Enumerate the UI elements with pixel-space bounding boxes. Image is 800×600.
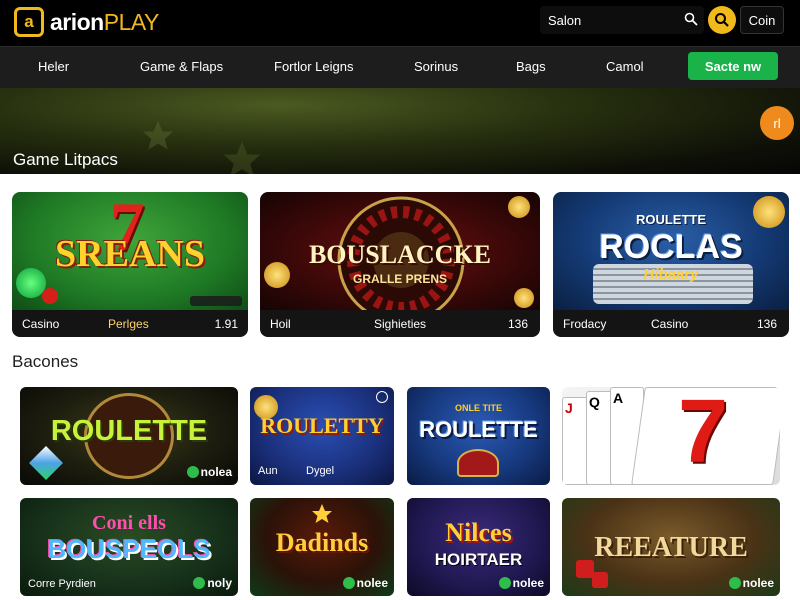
lucky-seven: 7 [678, 387, 729, 482]
card-count: 136 [756, 317, 777, 331]
game-tile-roulette-1[interactable]: ROULETTE nolea [20, 387, 238, 485]
art-title: BOUSLACCKE [308, 240, 492, 269]
provider-badge: nolee [342, 576, 388, 590]
provider-label: nolea [200, 465, 232, 479]
search-icon [715, 13, 729, 27]
nav-item-sorinus[interactable]: Sorinus [414, 47, 458, 89]
tile-title: HOIRTAER [434, 550, 523, 569]
card-tag: Casino [651, 317, 689, 331]
tile-title: BOUSPEOLS [47, 534, 211, 564]
nav-item-fortlor-leigns[interactable]: Fortlor Leigns [274, 47, 353, 89]
provider-icon [342, 577, 355, 589]
game-art: ROULETTE ROCLAS Hibaary [553, 192, 789, 310]
hero-title: Game Litpacs [13, 150, 118, 169]
provider-label: nolee [742, 576, 774, 590]
card-tag: Perlges [108, 317, 149, 331]
coin-icon [753, 196, 785, 228]
card-category: Casino [22, 317, 60, 331]
logo-brand: arion [50, 8, 104, 35]
tile-caption: Dygel [306, 465, 335, 477]
provider-label: nolee [512, 576, 544, 590]
logo[interactable]: a arionPLAY [14, 7, 159, 37]
gem-icon [29, 446, 63, 480]
art-title: ROCLAS [599, 228, 743, 266]
provider-icon [193, 577, 206, 589]
tile-caption: Aun [258, 465, 278, 477]
card-category: Hoil [270, 317, 291, 331]
top-bar: a arionPLAY Coin [0, 0, 800, 46]
search-input[interactable] [548, 10, 668, 30]
progress-dots [190, 296, 242, 306]
tile-line1: Nilces [445, 518, 512, 547]
card-meta: Hoil Sighieties 136 [260, 310, 540, 337]
section-title: Bacones [12, 352, 79, 371]
art-subtitle: GRALLE PRENS [352, 272, 447, 286]
logo-icon: a [14, 7, 44, 37]
card-count: 1.91 [214, 317, 238, 331]
tile-top-label: ONLE TITE [455, 403, 502, 413]
featured-card-sreans[interactable]: 7 SREANS Casino Perlges 1.91 [12, 192, 248, 337]
info-icon[interactable] [376, 391, 388, 403]
tile-line1: Coni ells [92, 512, 166, 534]
floating-action-button[interactable]: rl [760, 106, 794, 140]
provider-icon [728, 577, 741, 589]
signup-button[interactable]: Sacte nw [688, 52, 778, 80]
provider-label: nolee [356, 576, 388, 590]
nav-item-camol[interactable]: Camol [606, 47, 644, 89]
game-tile-rouletty[interactable]: ROULETTY Aun Dygel [250, 387, 394, 485]
tile-title: Dadinds [275, 528, 369, 557]
provider-label: noly [207, 576, 232, 590]
hero-banner [0, 88, 800, 174]
coin-icon [508, 196, 530, 218]
tile-title: REEATURE [594, 532, 748, 563]
provider-badge: noly [193, 576, 232, 590]
star-icon [312, 504, 332, 523]
card-category: Frodacy [563, 317, 607, 331]
card-count: 136 [507, 317, 528, 331]
nav-item-heler[interactable]: Heler [38, 47, 69, 89]
provider-badge: nolee [498, 576, 544, 590]
search-box [540, 6, 704, 34]
featured-card-bouslaccke[interactable]: BOUSLACCKE GRALLE PRENS Hoil Sighieties … [260, 192, 540, 337]
tile-title: ROULETTE [419, 417, 538, 442]
card-tag: Sighieties [374, 317, 427, 331]
art-subtitle: Hibaary [643, 266, 699, 283]
cherry-icon [42, 288, 58, 304]
star-icon [143, 121, 173, 150]
star-icon [223, 141, 261, 174]
card-meta: Casino Perlges 1.91 [12, 310, 248, 337]
provider-badge: nolea [186, 465, 232, 479]
game-tile-nilces[interactable]: Nilces HOIRTAER nolee [407, 498, 550, 596]
card-meta: Frodacy Casino 136 [553, 310, 789, 337]
search-button[interactable] [708, 6, 736, 34]
coin-icon [264, 262, 290, 288]
nav-item-bags[interactable]: Bags [516, 47, 546, 89]
game-tile-cards[interactable]: J Q A 7 [562, 387, 780, 485]
featured-card-roclas[interactable]: ROULETTE ROCLAS Hibaary Frodacy Casino 1… [553, 192, 789, 337]
game-tile-dadinds[interactable]: Dadinds nolee [250, 498, 394, 596]
logo-text: arionPLAY [50, 9, 159, 36]
provider-icon [498, 577, 511, 589]
provider-badge: nolee [728, 576, 774, 590]
main-nav: Heler Game & Flaps Fortlor Leigns Sorinu… [0, 46, 800, 88]
tile-title: ROULETTY [260, 413, 384, 438]
provider-icon [186, 466, 199, 478]
art-title: SREANS [55, 233, 205, 275]
tile-caption: Corre Pyrdien [28, 578, 96, 590]
game-tile-bouspeols[interactable]: Coni ells BOUSPEOLS Corre Pyrdien noly [20, 498, 238, 596]
nav-item-game-flaps[interactable]: Game & Flaps [140, 47, 223, 89]
logo-suffix: PLAY [103, 8, 160, 35]
game-art: 7 SREANS [12, 192, 248, 310]
game-tile-reeature[interactable]: REEATURE nolee [562, 498, 780, 596]
coin-icon [514, 288, 534, 308]
search-icon[interactable] [684, 12, 698, 26]
tile-title: ROULETTE [50, 415, 208, 447]
coin-button[interactable]: Coin [740, 6, 784, 34]
game-art: BOUSLACCKE GRALLE PRENS [260, 192, 540, 320]
dice-icon [592, 572, 608, 588]
roulette-wheel-icon [457, 449, 499, 477]
game-tile-roulette-2[interactable]: ONLE TITE ROULETTE [407, 387, 550, 485]
